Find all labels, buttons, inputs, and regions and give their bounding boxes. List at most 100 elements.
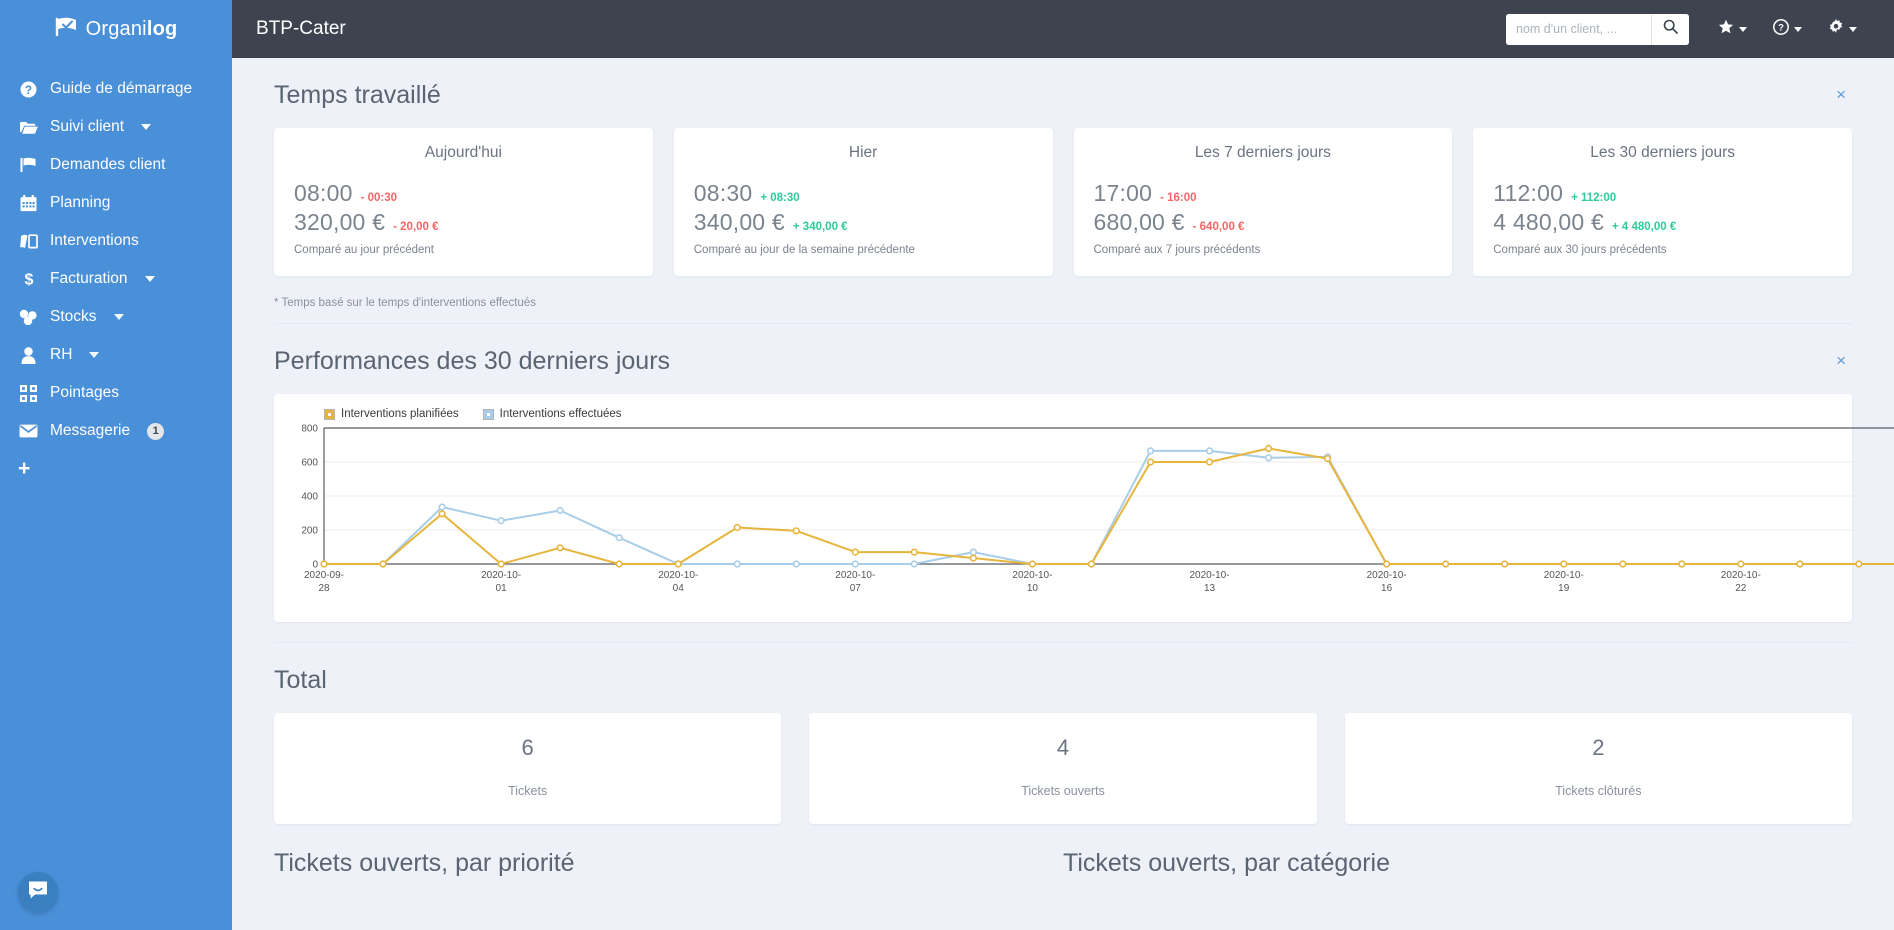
svg-text:2020-10-: 2020-10- xyxy=(1721,570,1761,581)
chart-legend: Interventions planifiées Interventions e… xyxy=(286,404,1840,422)
close-icon[interactable]: × xyxy=(1830,346,1852,375)
stat-card: Hier 08:30 + 08:30 340,00 € + 340,00 € C… xyxy=(673,128,1053,276)
svg-text:2020-09-: 2020-09- xyxy=(304,570,344,581)
svg-text:22: 22 xyxy=(1735,583,1747,594)
svg-text:$: $ xyxy=(24,272,33,289)
stat-time-line: 112:00 + 112:00 xyxy=(1493,180,1832,207)
sidebar-item-demandes-client[interactable]: Demandes client xyxy=(0,146,232,184)
sidebar-add-button[interactable]: + xyxy=(0,450,232,488)
intercom-launcher-button[interactable] xyxy=(18,872,58,912)
total-label: Tickets clôturés xyxy=(1555,784,1642,798)
sidebar-item-facturation[interactable]: $ Facturation xyxy=(0,260,232,298)
stat-card: Les 7 derniers jours 17:00 - 16:00 680,0… xyxy=(1073,128,1453,276)
stat-time-delta: - 16:00 xyxy=(1160,192,1197,204)
check-flag-icon xyxy=(55,17,79,42)
stat-amount-value: 4 480,00 € xyxy=(1493,209,1604,235)
stat-time-value: 08:00 xyxy=(294,180,353,206)
boxes-icon xyxy=(18,309,39,325)
stat-card-title: Aujourd'hui xyxy=(424,144,502,161)
total-value: 4 xyxy=(1056,735,1070,760)
svg-text:2020-10-: 2020-10- xyxy=(1012,570,1052,581)
user-icon xyxy=(18,346,39,364)
stat-time-value: 17:00 xyxy=(1093,180,1153,206)
stat-time-line: 17:00 - 16:00 xyxy=(1094,180,1433,207)
sidebar-item-label: Suivi client xyxy=(50,118,125,135)
line-chart-svg: 0 200 400 600 800 2020-09- 28 2020-10- 01 2020-10… xyxy=(301,424,1894,594)
svg-text:2020-10-: 2020-10- xyxy=(658,570,698,581)
legend-item-planifiees[interactable]: Interventions planifiées xyxy=(324,408,459,420)
sidebar-item-label: Messagerie xyxy=(50,422,131,439)
topbar: BTP-Cater nom d'un client, ... ? xyxy=(232,0,1894,58)
section-header: Temps travaillé × xyxy=(274,58,1852,110)
envelope-icon xyxy=(18,424,39,438)
search-button[interactable] xyxy=(1651,13,1689,45)
sidebar-item-messagerie[interactable]: Messagerie 1 xyxy=(0,412,232,450)
svg-text:01: 01 xyxy=(496,583,508,594)
sidebar-item-label: Pointages xyxy=(50,384,119,401)
svg-text:800: 800 xyxy=(301,424,318,435)
temps-footnote: * Temps basé sur le temps d'intervention… xyxy=(274,297,536,309)
stat-amount-value: 340,00 € xyxy=(693,209,785,235)
svg-text:13: 13 xyxy=(1204,583,1216,594)
settings-menu-button[interactable] xyxy=(1815,9,1870,49)
stat-card-note: Comparé aux 30 jours précédents xyxy=(1493,244,1667,256)
help-menu-button[interactable]: ? xyxy=(1760,9,1815,49)
stat-amount-delta: + 4 480,00 € xyxy=(1611,221,1677,233)
legend-swatch xyxy=(324,408,335,420)
favorites-menu-button[interactable] xyxy=(1705,9,1760,49)
stat-amount-line: 680,00 € - 640,00 € xyxy=(1094,209,1433,236)
topbar-actions: ? xyxy=(1506,9,1870,49)
stat-card-note: Comparé au jour de la semaine précédente xyxy=(693,244,915,256)
svg-text:2020-10-: 2020-10- xyxy=(481,570,521,581)
svg-text:2020-10-: 2020-10- xyxy=(835,570,875,581)
svg-text:28: 28 xyxy=(318,583,330,594)
svg-text:?: ? xyxy=(25,83,32,96)
search-input[interactable] xyxy=(1506,13,1651,45)
sidebar-item-label: Planning xyxy=(50,194,111,211)
sidebar-item-label: Interventions xyxy=(50,232,139,249)
stat-amount-delta: - 640,00 € xyxy=(1192,221,1245,233)
stat-amount-line: 340,00 € + 340,00 € xyxy=(694,209,1033,236)
section-title: Tickets ouverts, par catégorie xyxy=(1063,849,1390,877)
chart-canvas[interactable]: 0 200 400 600 800 2020-09- 28 2020-10- 01 2020-10… xyxy=(286,422,1894,607)
svg-text:200: 200 xyxy=(301,526,318,537)
interventions-icon xyxy=(18,233,39,250)
brand-logo[interactable]: Organilog xyxy=(0,0,232,58)
stat-card: Aujourd'hui 08:00 - 00:30 320,00 € - 20,… xyxy=(274,128,653,276)
svg-text:04: 04 xyxy=(673,583,685,594)
app-root: Organilog ? Guide de démarrage Suivi cli… xyxy=(0,0,1894,930)
chevron-down-icon xyxy=(89,352,100,358)
search-box xyxy=(1506,13,1689,45)
star-icon xyxy=(1718,19,1734,40)
svg-text:07: 07 xyxy=(850,583,862,594)
stat-card-note: Comparé au jour précédent xyxy=(294,244,434,256)
section-temps-travaille: Temps travaillé × Aujourd'hui 08:00 - 00… xyxy=(232,58,1894,324)
sidebar-item-interventions[interactable]: Interventions xyxy=(0,222,232,260)
bottom-right-header: Tickets ouverts, par catégorie xyxy=(1063,848,1852,878)
stat-amount-value: 320,00 € xyxy=(294,209,386,235)
legend-item-effectuees[interactable]: Interventions effectuées xyxy=(482,408,622,420)
sidebar-item-label: Facturation xyxy=(50,270,128,287)
sidebar-item-suivi-client[interactable]: Suivi client xyxy=(0,108,232,146)
sidebar-item-rh[interactable]: RH xyxy=(0,336,232,374)
section-header: Total xyxy=(274,643,1852,695)
page-title: BTP-Cater xyxy=(256,18,346,39)
folder-open-icon xyxy=(18,120,39,135)
legend-label: Interventions effectuées xyxy=(499,408,622,420)
sidebar-item-pointages[interactable]: Pointages xyxy=(0,374,232,412)
chat-bubble-icon xyxy=(27,880,49,905)
total-value: 6 xyxy=(521,735,534,760)
stat-card: Les 30 derniers jours 112:00 + 112:00 4 … xyxy=(1473,128,1852,276)
chevron-down-icon xyxy=(1739,26,1747,32)
sidebar-item-label: RH xyxy=(50,346,73,363)
bottom-left-header: Tickets ouverts, par priorité xyxy=(274,848,1063,878)
total-cards-row: 6 Tickets 4 Tickets ouverts 2 Tickets cl… xyxy=(274,713,1852,824)
section-title: Total xyxy=(274,666,327,694)
sidebar-item-guide-de-demarrage[interactable]: ? Guide de démarrage xyxy=(0,70,232,108)
close-icon[interactable]: × xyxy=(1830,80,1852,109)
sidebar-item-planning[interactable]: Planning xyxy=(0,184,232,222)
sidebar-item-label: Demandes client xyxy=(50,156,166,173)
section-title: Performances des 30 derniers jours xyxy=(274,347,671,375)
sidebar-item-stocks[interactable]: Stocks xyxy=(0,298,232,336)
stat-time-delta: + 08:30 xyxy=(760,192,800,204)
